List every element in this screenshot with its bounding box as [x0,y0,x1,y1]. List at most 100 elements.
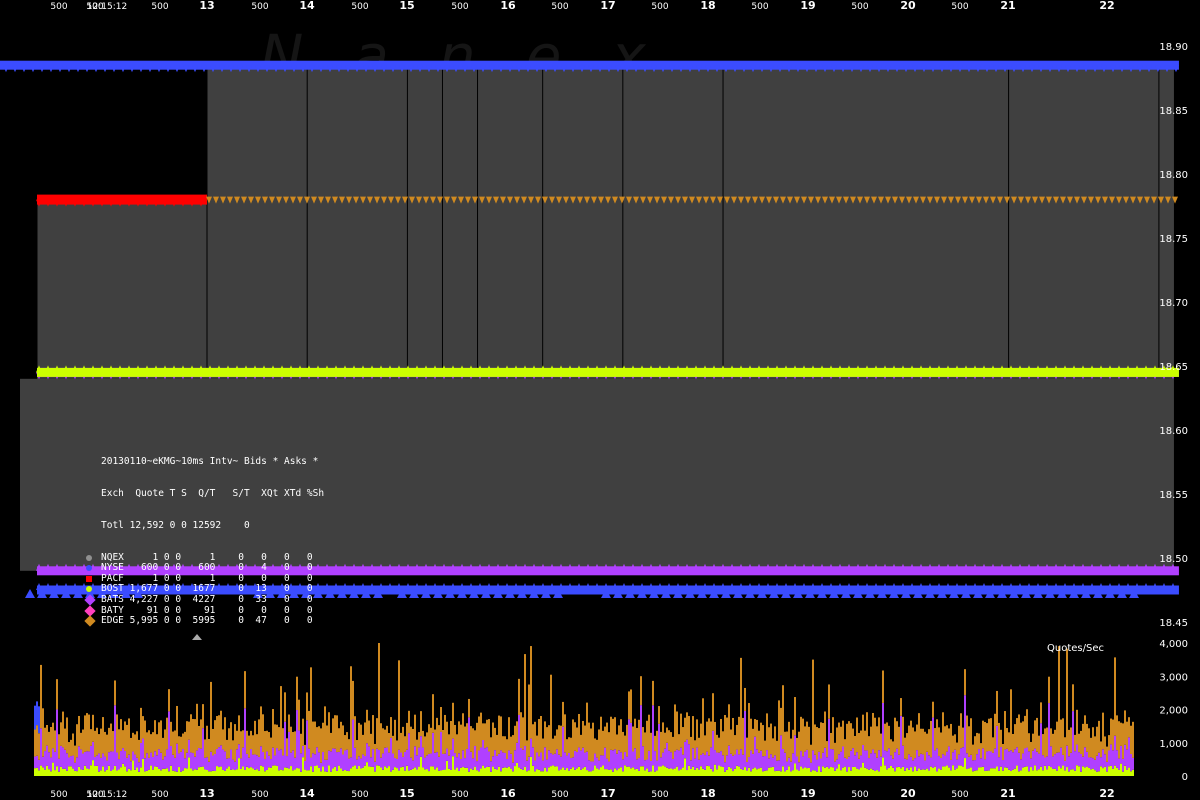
rate-bar-bost [1094,770,1096,776]
rate-bar-bost [494,768,496,776]
rate-bar-bost [82,769,84,776]
rate-bar-edge [568,737,570,753]
rate-bar-edge [898,726,900,755]
rate-bar-bost [704,769,706,776]
rate-bar-bats [80,749,82,770]
rate-bar-edge [378,643,380,751]
rate-bar-bats [952,752,954,766]
rate-bar-edge [742,717,744,755]
rate-bar-bats [666,742,668,768]
rate-bar-bost [100,770,102,776]
rate-bar-bost [560,769,562,776]
rate-bar-bats [1100,757,1102,767]
rate-bar-bost [632,767,634,776]
rate-bar-bost [398,770,400,776]
rate-bar-edge [548,725,550,751]
rate-bar-bats [446,748,448,761]
rate-bar-bost [528,770,530,776]
rate-bar-bost [280,769,282,776]
rate-bar-bats [482,740,484,766]
rate-bar-edge [768,727,770,759]
rate-bar-bost [1062,765,1064,776]
rate-bar-edge [258,719,260,757]
rate-bar-edge [236,730,238,750]
rate-bar-bats [304,760,306,770]
rate-bar-bost [1074,770,1076,776]
rate-bar-edge [816,727,818,760]
rate-bar-edge [34,729,36,757]
rate-bar-edge [1070,727,1072,753]
rate-bar-bost [638,770,640,776]
rate-bar-edge [1042,734,1044,756]
rate-bar-edge [254,720,256,755]
rate-bar-bost [388,766,390,776]
rate-bar-bats [532,747,534,766]
rate-bar-bats [880,756,882,767]
rate-bar-bats [250,749,252,768]
rate-bar-bost [556,766,558,776]
rate-bar-bost [1090,769,1092,776]
rate-bar-bats [90,745,92,766]
rate-bar-bost [440,770,442,776]
rate-bar-edge [100,728,102,758]
rate-bar-bats [360,758,362,769]
rate-bar-bats [478,750,480,772]
rate-bar-bost [882,757,884,776]
rate-bar-bats [988,751,990,771]
rate-bar-edge [438,725,440,757]
rate-bar-bats [1080,754,1082,772]
rate-bar-edge [1014,724,1016,750]
rate-bar-edge [454,724,456,754]
rate-bar-edge [510,736,512,754]
rate-bar-bost [580,769,582,776]
rate-bar-bats [350,757,352,769]
rate-bar-edge [672,736,674,759]
rate-bar-edge [266,730,268,752]
rate-bar-bats [398,749,400,771]
rate-bar-bats [620,752,622,768]
rate-bar-edge [866,712,868,751]
rate-bar-bats [42,756,44,768]
rate-bar-bost [392,769,394,776]
rate-bar-edge [648,714,650,751]
rate-bar-edge [56,679,58,710]
rate-bar-bost [654,771,656,776]
rate-bar-bost [210,771,212,776]
legend-row-bats: BATS 4,227 0 0 4227 0 33 0 0 [84,594,313,606]
rate-bar-edge [986,723,988,752]
rate-bar-bost [1064,770,1066,776]
rate-bar-edge [664,732,666,749]
rate-bar-edge [122,730,124,749]
rate-bar-bats [108,752,110,766]
rate-bar-edge [344,735,346,751]
quote-chart: Nanex 500 12:15:12500 13500 14500 15500 16500… [0,0,1188,800]
rate-bar-edge [78,715,80,747]
rate-bar-bost [770,767,772,776]
rate-bar-bats [918,756,920,769]
rate-bar-edge [310,667,312,758]
rate-bar-edge [952,735,954,753]
rate-bar-bost [188,757,190,776]
rate-bar-edge [974,736,976,761]
rate-bar-bats [706,751,708,766]
rate-bar-bost [818,766,820,776]
rate-bar-edge [286,738,288,757]
rate-bar-bost [618,768,620,776]
rate-bar-bost [978,767,980,776]
rate-bar-bost [242,766,244,776]
rate-bar-edge [632,726,634,752]
rate-bar-bats [130,761,132,771]
rate-bar-bost [214,771,216,776]
rate-bar-bost [138,771,140,776]
rate-bar-bost [378,765,380,776]
rate-bar-edge [52,722,54,749]
rate-bar-edge [908,725,910,755]
rate-bar-bats [958,754,960,766]
rate-bar-bost [576,768,578,776]
rate-bar-bost [776,770,778,776]
rate-bar-bost [1060,768,1062,776]
rate-bar-bost [78,766,80,776]
rate-bar-bost [1052,768,1054,776]
rate-bar-bats [458,753,460,772]
rate-bar-edge [588,722,590,761]
